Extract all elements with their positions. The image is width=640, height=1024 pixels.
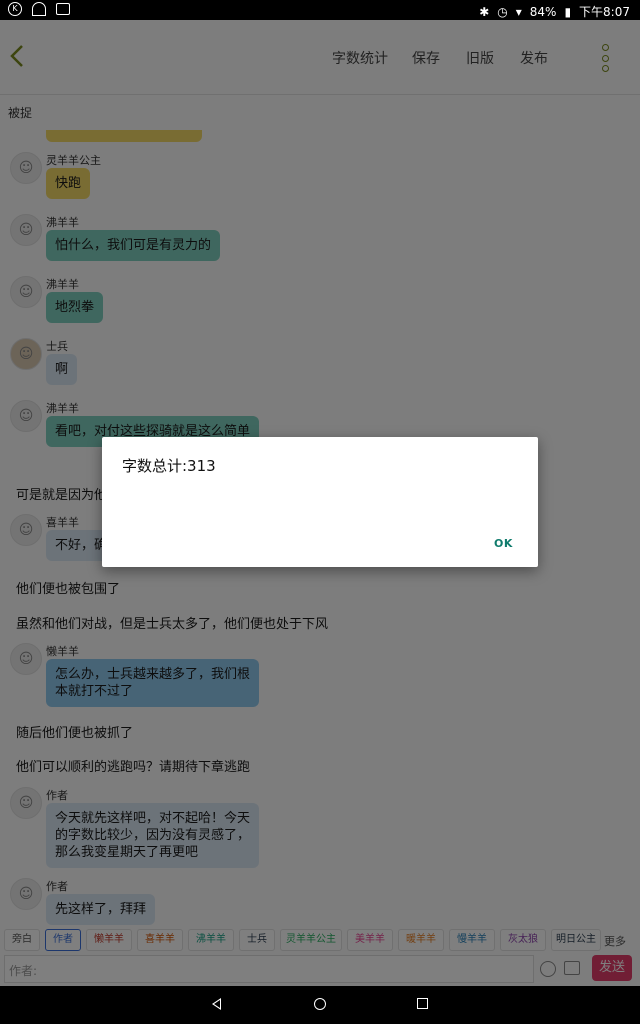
- bluetooth-icon: ✱: [479, 4, 490, 19]
- nav-home-icon[interactable]: [314, 998, 326, 1010]
- battery-icon: ▮: [564, 4, 572, 19]
- clock: 下午8:07: [579, 5, 630, 19]
- word-count-dialog: 字数总计:313 OK: [102, 437, 538, 567]
- battery-percent: 84%: [529, 4, 557, 19]
- k-app-icon: K: [8, 2, 22, 16]
- system-nav-bar: [0, 986, 640, 1024]
- activity-icon: [56, 3, 70, 15]
- alarm-icon: ◷: [497, 4, 508, 19]
- signal-icon: ▾: [515, 4, 522, 19]
- status-bar: K ✱ ◷ ▾ 84% ▮ 下午8:07: [0, 0, 640, 20]
- dialog-message: 字数总计:313: [122, 457, 216, 475]
- ok-button[interactable]: OK: [494, 537, 513, 550]
- wifi-icon: [32, 2, 46, 16]
- nav-recents-icon[interactable]: [417, 998, 428, 1009]
- nav-back-icon[interactable]: [212, 998, 221, 1010]
